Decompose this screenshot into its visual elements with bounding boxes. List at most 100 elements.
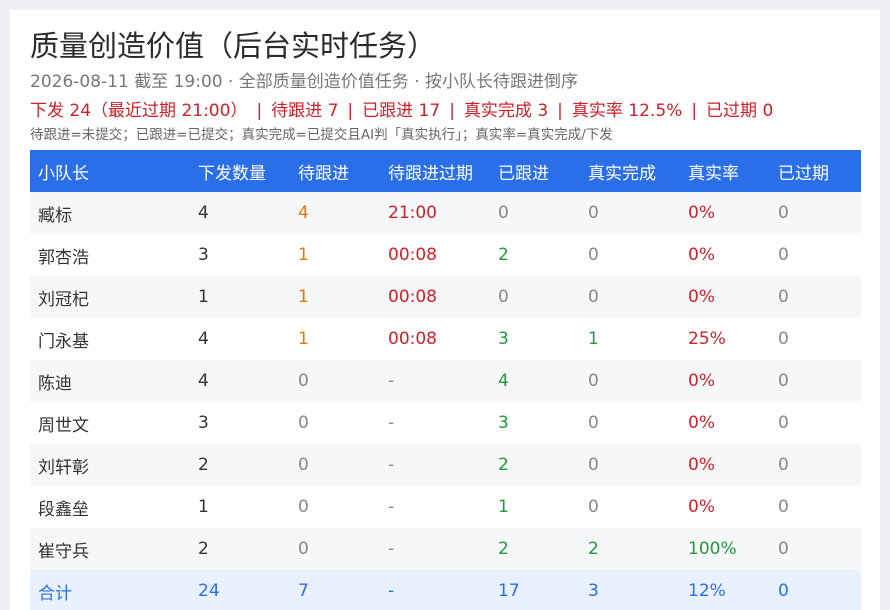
column-header-leader[interactable]: 小队长 (30, 150, 190, 192)
cell-leader: 周世文 (30, 402, 190, 444)
column-header-completed[interactable]: 真实完成 (580, 150, 680, 192)
cell-completed: 0 (580, 276, 680, 318)
column-header-expired[interactable]: 已过期 (770, 150, 861, 192)
cell-pending-expiry: 00:08 (380, 234, 490, 276)
column-header-rate[interactable]: 真实率 (680, 150, 770, 192)
cell-issued: 3 (190, 234, 290, 276)
cell-issued: 1 (190, 276, 290, 318)
cell-pending: 0 (290, 360, 380, 402)
cell-followed: 4 (490, 360, 580, 402)
page-title: 质量创造价值（后台实时任务） (30, 29, 437, 63)
cell-pending: 0 (290, 486, 380, 528)
cell-pending: 4 (290, 192, 380, 234)
summary-expired: 已过期 0 (706, 101, 774, 121)
cell-pending-expiry: 21:00 (380, 192, 490, 234)
leader-task-table: 小队长 下发数量 待跟进 待跟进过期 已跟进 真实完成 真实率 已过期 臧标 4 4… (30, 150, 861, 610)
total-cell-leader: 合计 (30, 570, 190, 610)
total-cell-followed: 17 (490, 570, 580, 610)
cell-leader: 陈迪 (30, 360, 190, 402)
cell-expired: 0 (770, 234, 861, 276)
cell-rate: 100% (680, 528, 770, 570)
cell-pending: 0 (290, 444, 380, 486)
cell-pending-expiry: - (380, 444, 490, 486)
summary-rate: 真实率 12.5% (571, 101, 683, 121)
cell-expired: 0 (770, 444, 861, 486)
table-row[interactable]: 臧标 4 4 21:00 0 0 0% 0 (30, 192, 861, 234)
cell-followed: 3 (490, 318, 580, 360)
summary-bar: 下发 24（最近过期 21:00） | 待跟进 7 | 已跟进 17 | 真实完成 3 | 真实… (30, 99, 773, 123)
summary-separator: | (449, 101, 455, 121)
cell-pending: 1 (290, 318, 380, 360)
summary-separator: | (691, 101, 698, 121)
cell-completed: 0 (580, 234, 680, 276)
cell-leader: 刘冠杞 (30, 276, 190, 318)
table-row[interactable]: 刘轩彰 2 0-2 0 0% 0 (30, 444, 861, 486)
table-row[interactable]: 崔守兵 2 0-2 2 100% 0 (30, 528, 861, 570)
table-row[interactable]: 郭杏浩 3 1 00:08 2 0 0% 0 (30, 234, 861, 276)
summary-separator: | (347, 101, 354, 121)
table-row[interactable]: 陈迪 4 0-4 0 0% 0 (30, 360, 861, 402)
cell-expired: 0 (770, 486, 861, 528)
cell-expired: 0 (770, 402, 861, 444)
cell-pending: 0 (290, 528, 380, 570)
summary-separator: | (557, 101, 563, 121)
cell-pending-expiry: 00:08 (380, 318, 490, 360)
cell-expired: 0 (770, 318, 861, 360)
cell-leader: 郭杏浩 (30, 234, 190, 276)
cell-completed: 0 (580, 486, 680, 528)
cell-issued: 4 (190, 192, 290, 234)
summary-separator: | (256, 101, 263, 121)
column-header-followed[interactable]: 已跟进 (490, 150, 580, 192)
report-card: 质量创造价值（后台实时任务） 2026-08-11 截至 19:00 · 全部质… (10, 10, 880, 610)
cell-rate: 0% (680, 234, 770, 276)
cell-pending-expiry: - (380, 402, 490, 444)
cell-pending: 0 (290, 402, 380, 444)
cell-leader: 刘轩彰 (30, 444, 190, 486)
cell-issued: 2 (190, 528, 290, 570)
cell-followed: 2 (490, 528, 580, 570)
column-header-pending[interactable]: 待跟进 (290, 150, 380, 192)
table-total-row: 合计 24 7-17 3 12% 0 (30, 570, 861, 610)
cell-expired: 0 (770, 528, 861, 570)
cell-rate: 0% (680, 486, 770, 528)
table-row[interactable]: 刘冠杞 1 1 00:08 0 0 0% 0 (30, 276, 861, 318)
cell-pending-expiry: - (380, 486, 490, 528)
cell-completed: 1 (580, 318, 680, 360)
table-row[interactable]: 周世文 3 0-3 0 0% 0 (30, 402, 861, 444)
cell-completed: 0 (580, 360, 680, 402)
total-cell-pending-expiry: - (380, 570, 490, 610)
cell-completed: 0 (580, 192, 680, 234)
cell-issued: 2 (190, 444, 290, 486)
cell-issued: 4 (190, 318, 290, 360)
summary-issued: 下发 24（最近过期 21:00） (30, 101, 248, 121)
cell-pending-expiry: - (380, 528, 490, 570)
cell-rate: 25% (680, 318, 770, 360)
cell-rate: 0% (680, 276, 770, 318)
cell-followed: 1 (490, 486, 580, 528)
table-row[interactable]: 段鑫垒 1 0-1 0 0% 0 (30, 486, 861, 528)
cell-pending: 1 (290, 276, 380, 318)
cell-rate: 0% (680, 192, 770, 234)
cell-leader: 门永基 (30, 318, 190, 360)
cell-rate: 0% (680, 360, 770, 402)
total-cell-pending: 7 (290, 570, 380, 610)
total-cell-completed: 3 (580, 570, 680, 610)
cell-expired: 0 (770, 276, 861, 318)
column-header-pending-expiry[interactable]: 待跟进过期 (380, 150, 490, 192)
summary-followed: 已跟进 17 (362, 101, 441, 121)
column-header-issued[interactable]: 下发数量 (190, 150, 290, 192)
cell-leader: 臧标 (30, 192, 190, 234)
cell-rate: 0% (680, 444, 770, 486)
cell-completed: 0 (580, 402, 680, 444)
cell-rate: 0% (680, 402, 770, 444)
table-row[interactable]: 门永基 4 1 00:08 3 1 25% 0 (30, 318, 861, 360)
cell-pending-expiry: - (380, 360, 490, 402)
cell-followed: 2 (490, 444, 580, 486)
cell-completed: 0 (580, 444, 680, 486)
total-cell-issued: 24 (190, 570, 290, 610)
cell-followed: 0 (490, 192, 580, 234)
cell-leader: 段鑫垒 (30, 486, 190, 528)
cell-followed: 3 (490, 402, 580, 444)
cell-leader: 崔守兵 (30, 528, 190, 570)
definition-note: 待跟进=未提交；已跟进=已提交；真实完成=已提交且AI判「真实执行」；真实率=真… (30, 127, 613, 143)
